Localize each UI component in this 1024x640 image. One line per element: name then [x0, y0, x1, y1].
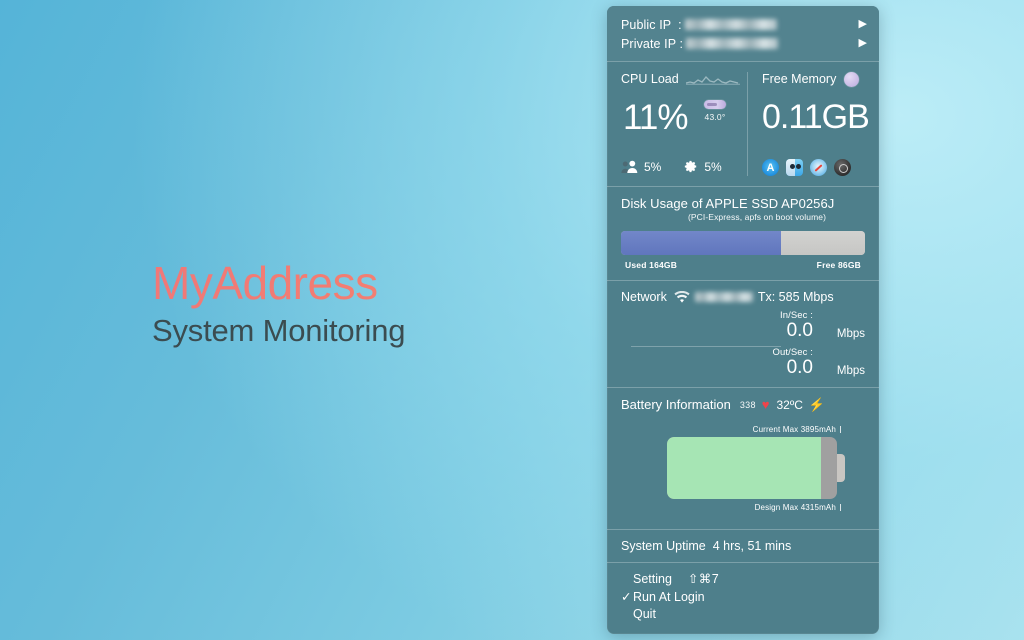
- top-memory-apps-row: [762, 159, 851, 176]
- public-ip-disclosure-icon[interactable]: ▶: [853, 19, 867, 30]
- battery-temperature: 32ºC: [776, 397, 803, 412]
- safari-icon[interactable]: [810, 159, 827, 176]
- network-header: Network Tx: 585 Mbps: [621, 290, 865, 304]
- disk-usage-bar: [621, 231, 865, 255]
- heart-icon: ♥: [761, 397, 770, 412]
- preview-icon[interactable]: [834, 159, 851, 176]
- network-in-block: In/Sec : 0.0 Mbps: [715, 310, 865, 341]
- menu-item-setting[interactable]: Setting ⇧⌘7: [621, 571, 865, 589]
- cpu-temperature-block: 43.0°: [697, 100, 733, 122]
- wifi-ssid-redaction: [694, 292, 753, 302]
- disk-title: Disk Usage of APPLE SSD AP0256J: [621, 196, 835, 211]
- battery-gauge: [621, 437, 865, 499]
- public-ip-label: Public IP :: [621, 17, 682, 32]
- tick-mark: [840, 426, 841, 433]
- brand-block: MyAddress System Monitoring: [152, 257, 572, 349]
- public-ip-value: [684, 16, 853, 34]
- battery-header: Battery Information 338 ♥ 32ºC ⚡: [621, 397, 865, 412]
- network-section: Network Tx: 585 Mbps In/Sec : 0.0 Mbps O…: [607, 281, 879, 387]
- cpu-user-percent: 5%: [644, 159, 662, 174]
- disk-used-segment: [621, 231, 782, 255]
- run-at-login-label: Run At Login: [633, 589, 705, 604]
- memory-pie-icon: [844, 71, 860, 87]
- ip-section: Public IP : ▶ Private IP : ▶: [607, 6, 879, 61]
- memory-header: Free Memory: [762, 71, 879, 87]
- private-ip-value: [686, 35, 852, 53]
- private-ip-disclosure-icon[interactable]: ▶: [853, 38, 867, 49]
- cpu-breakdown-row: 5% 5%: [621, 159, 722, 174]
- cpu-sparkline-icon: [685, 76, 740, 85]
- thermometer-icon: [704, 100, 726, 109]
- public-ip-redaction: [684, 18, 777, 30]
- system-monitor-panel: Public IP : ▶ Private IP : ▶ CPU Load 11…: [607, 6, 879, 634]
- cpu-title: CPU Load: [621, 72, 679, 86]
- quit-label: Quit: [633, 607, 656, 622]
- cpu-memory-section: CPU Load 11% 43.0° 5% 5% Free Memory 0.1…: [607, 62, 879, 186]
- public-ip-row[interactable]: Public IP : ▶: [621, 15, 867, 34]
- wifi-icon: [674, 290, 690, 303]
- brand-tagline: System Monitoring: [152, 312, 406, 348]
- battery-current-max-row: Current Max 3895mAh: [621, 425, 865, 434]
- battery-section: Battery Information 338 ♥ 32ºC ⚡ Current…: [607, 388, 879, 529]
- disk-section: Disk Usage of APPLE SSD AP0256J (PCI-Exp…: [607, 187, 879, 280]
- uptime-section: System Uptime 4 hrs, 51 mins: [607, 530, 879, 562]
- disk-free-segment: [781, 231, 865, 255]
- uptime-label: System Uptime: [621, 538, 706, 553]
- users-icon: [621, 160, 638, 173]
- memory-column: Free Memory 0.11GB: [748, 62, 879, 186]
- memory-title: Free Memory: [762, 72, 837, 86]
- app-store-icon[interactable]: [762, 159, 779, 176]
- battery-health-fill: [667, 437, 821, 499]
- network-out-block: Out/Sec : 0.0 Mbps: [715, 347, 865, 378]
- menu-section: Setting ⇧⌘7 ✓ Run At Login Quit: [607, 563, 879, 634]
- network-tx: Tx: 585 Mbps: [757, 290, 834, 304]
- disk-used-label: Used 164GB: [625, 260, 678, 270]
- cpu-header: CPU Load: [621, 71, 747, 87]
- disk-subtitle: (PCI-Express, apfs on boot volume): [687, 212, 827, 222]
- brand-name: MyAddress: [152, 257, 572, 310]
- battery-terminal: [837, 454, 845, 482]
- cpu-system-percent: 5%: [704, 159, 722, 174]
- battery-design-max-label: Design Max 4315mAh: [754, 503, 836, 512]
- checkmark-icon: ✓: [621, 589, 632, 604]
- cpu-column: CPU Load 11% 43.0° 5% 5%: [607, 62, 747, 186]
- battery-design-max-row: Design Max 4315mAh: [621, 503, 865, 512]
- finder-icon[interactable]: [786, 159, 803, 176]
- cpu-temperature-value: 43.0°: [704, 112, 726, 122]
- menu-item-run-at-login[interactable]: ✓ Run At Login: [621, 589, 865, 607]
- network-out-unit: Mbps: [836, 364, 865, 377]
- lightning-bolt-icon: ⚡: [808, 397, 826, 412]
- network-in-unit: Mbps: [836, 327, 865, 340]
- battery-cycle-count: 338: [739, 399, 756, 410]
- memory-free-value: 0.11GB: [762, 98, 870, 136]
- private-ip-redaction: [686, 37, 779, 49]
- tick-mark: [840, 504, 841, 511]
- battery-body: [667, 437, 837, 499]
- menu-item-quit[interactable]: Quit: [621, 606, 865, 624]
- network-title: Network: [621, 290, 667, 304]
- battery-current-max-label: Current Max 3895mAh: [752, 425, 836, 434]
- private-ip-row[interactable]: Private IP : ▶: [621, 34, 867, 53]
- setting-shortcut: ⇧⌘7: [687, 571, 720, 586]
- network-rates: In/Sec : 0.0 Mbps Out/Sec : 0.0 Mbps: [621, 310, 865, 380]
- uptime-value: 4 hrs, 51 mins: [712, 538, 792, 553]
- disk-free-label: Free 86GB: [816, 260, 861, 270]
- disk-legend: Used 164GB Free 86GB: [621, 260, 865, 270]
- gear-icon: [685, 160, 697, 173]
- private-ip-label: Private IP :: [621, 36, 684, 51]
- battery-title: Battery Information: [621, 397, 731, 412]
- setting-label: Setting: [633, 571, 672, 586]
